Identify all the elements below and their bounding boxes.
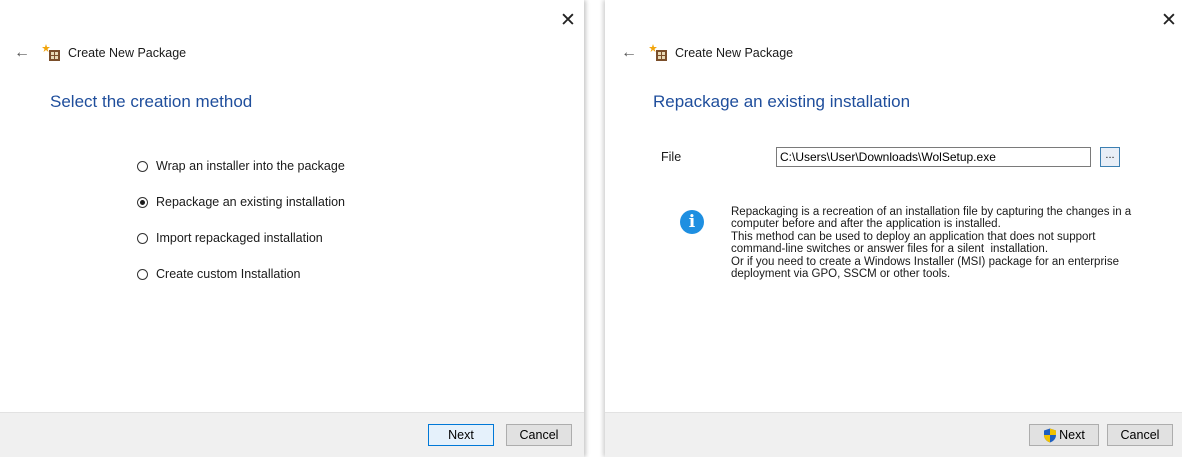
uac-shield-icon <box>1044 428 1057 442</box>
info-line: Or if you need to create a Windows Insta… <box>731 255 1119 268</box>
dialog-footer: Next Cancel <box>605 412 1182 457</box>
cancel-label: Cancel <box>519 428 559 442</box>
close-button[interactable]: ✕ <box>557 10 579 32</box>
radio-option-repackage[interactable]: Repackage an existing installation <box>137 184 345 220</box>
package-star-icon <box>42 44 60 61</box>
dialog-title: Create New Package <box>68 46 187 60</box>
close-button[interactable]: ✕ <box>1158 10 1180 32</box>
info-line: Repackaging is a recreation of an instal… <box>731 206 1132 218</box>
radio-button[interactable] <box>137 232 148 244</box>
create-package-dialog-method: ✕ ← Create New Package Select the creati… <box>0 0 584 457</box>
file-label: File <box>661 150 682 164</box>
cancel-label: Cancel <box>1120 428 1160 442</box>
browse-button[interactable]: ... <box>1100 147 1120 167</box>
page-heading: Select the creation method <box>50 92 253 111</box>
create-package-dialog-repackage: ✕ ← Create New Package Repackage an exis… <box>605 0 1182 457</box>
title-bar: ← Create New Package <box>14 41 186 65</box>
cancel-button[interactable]: Cancel <box>506 424 572 446</box>
dialog-footer: Next Cancel <box>0 412 584 457</box>
info-description: Repackaging is a recreation of an instal… <box>731 206 1151 280</box>
radio-option-custom[interactable]: Create custom Installation <box>137 256 345 292</box>
file-path-input[interactable]: C:\Users\User\Downloads\WolSetup.exe <box>776 147 1091 167</box>
page-heading: Repackage an existing installation <box>653 92 911 111</box>
radio-button[interactable] <box>137 268 148 280</box>
next-label: Next <box>448 428 474 442</box>
info-line: command-line switches or answer files fo… <box>731 243 1049 256</box>
creation-method-radio-group: Wrap an installer into the package Repac… <box>137 148 345 292</box>
radio-button[interactable] <box>137 160 148 172</box>
radio-option-wrap-installer[interactable]: Wrap an installer into the package <box>137 148 345 184</box>
radio-label: Create custom Installation <box>156 267 301 281</box>
radio-label: Repackage an existing installation <box>156 195 346 209</box>
info-line: deployment via GPO, SSCM or other tools. <box>731 268 951 281</box>
next-button[interactable]: Next <box>1029 424 1099 446</box>
title-bar: ← Create New Package <box>621 41 793 65</box>
radio-button-selected[interactable] <box>137 196 148 208</box>
info-icon: i <box>680 210 704 234</box>
cancel-button[interactable]: Cancel <box>1107 424 1173 446</box>
radio-label: Wrap an installer into the package <box>156 159 345 173</box>
dialog-title: Create New Package <box>675 46 794 60</box>
back-arrow-icon[interactable]: ← <box>621 44 641 62</box>
info-line: computer before and after the applicatio… <box>731 218 1001 231</box>
next-label: Next <box>1059 428 1085 442</box>
radio-option-import[interactable]: Import repackaged installation <box>137 220 345 256</box>
back-arrow-icon[interactable]: ← <box>14 44 34 62</box>
next-button[interactable]: Next <box>428 424 494 446</box>
info-line: This method can be used to deploy an app… <box>731 230 1096 243</box>
radio-label: Import repackaged installation <box>156 231 323 245</box>
package-star-icon <box>649 44 667 61</box>
